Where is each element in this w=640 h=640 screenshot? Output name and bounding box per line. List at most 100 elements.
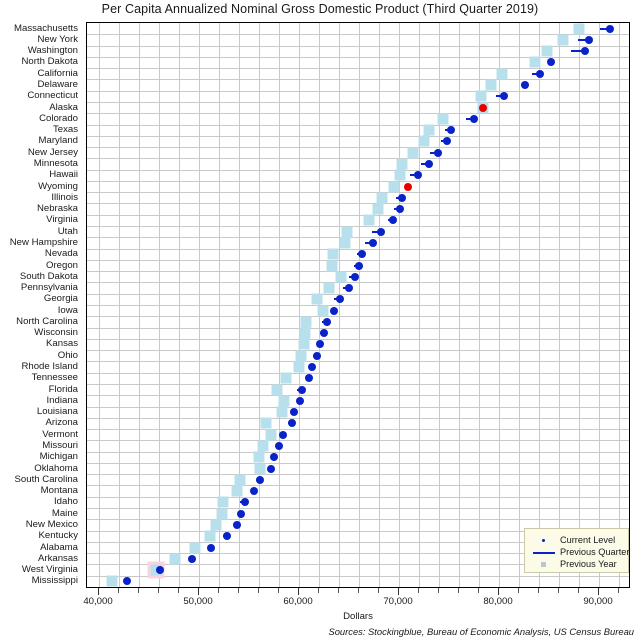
current-level-marker bbox=[256, 475, 264, 484]
horizontal-gridline bbox=[87, 440, 629, 442]
previous-year-marker bbox=[323, 282, 335, 294]
y-axis-label: South Dakota bbox=[19, 271, 78, 282]
horizontal-gridline bbox=[87, 158, 629, 160]
previous-year-marker bbox=[204, 530, 216, 542]
current-level-marker bbox=[241, 498, 249, 507]
horizontal-gridline bbox=[87, 474, 629, 476]
y-axis-label: Florida bbox=[48, 383, 78, 395]
y-axis-label: Missouri bbox=[42, 440, 78, 452]
previous-year-marker bbox=[106, 575, 118, 587]
previous-year-marker bbox=[260, 417, 272, 429]
horizontal-gridline bbox=[87, 56, 629, 58]
previous-year-marker bbox=[210, 519, 222, 531]
current-level-marker bbox=[377, 227, 385, 236]
x-axis-minor-tick bbox=[218, 588, 219, 593]
horizontal-gridline bbox=[87, 361, 629, 363]
horizontal-gridline bbox=[87, 147, 629, 149]
previous-year-marker bbox=[407, 147, 419, 159]
previous-year-marker bbox=[254, 463, 266, 475]
legend-line-icon bbox=[531, 546, 557, 558]
horizontal-gridline bbox=[87, 101, 629, 103]
x-axis-minor-tick bbox=[578, 588, 579, 593]
previous-year-marker bbox=[363, 214, 375, 226]
x-axis-tick-label: 60,000 bbox=[283, 596, 313, 607]
x-axis-tick-label: 90,000 bbox=[583, 596, 613, 607]
previous-year-marker bbox=[276, 406, 288, 418]
current-level-marker bbox=[398, 193, 406, 202]
horizontal-gridline bbox=[87, 451, 629, 453]
y-axis-label: Minnesota bbox=[33, 158, 78, 170]
previous-year-marker bbox=[396, 158, 408, 170]
y-axis-label: North Dakota bbox=[21, 56, 78, 68]
y-axis-label: Illinois bbox=[51, 192, 78, 204]
y-axis-label: Oregon bbox=[46, 259, 78, 271]
current-level-marker bbox=[237, 509, 245, 518]
chart-legend: Current Level Previous Quarter Previous Ye… bbox=[524, 528, 629, 573]
current-level-marker bbox=[547, 58, 555, 67]
legend-label: Previous Year bbox=[560, 559, 617, 569]
previous-year-marker bbox=[265, 429, 277, 441]
horizontal-gridline bbox=[87, 338, 629, 340]
horizontal-gridline bbox=[87, 485, 629, 487]
current-level-marker bbox=[270, 453, 278, 462]
current-level-marker bbox=[606, 24, 614, 33]
y-axis-label: Nevada bbox=[44, 248, 78, 260]
y-axis-label: Kentucky bbox=[38, 530, 78, 542]
y-axis-label: New Hampshire bbox=[9, 237, 78, 249]
horizontal-gridline bbox=[87, 192, 629, 194]
horizontal-gridline bbox=[87, 271, 629, 273]
horizontal-gridline bbox=[87, 293, 629, 295]
horizontal-gridline bbox=[87, 90, 629, 92]
horizontal-gridline bbox=[87, 395, 629, 397]
current-level-marker bbox=[308, 363, 316, 372]
previous-year-marker bbox=[388, 181, 400, 193]
y-axis-label: Oklahoma bbox=[34, 462, 78, 474]
x-axis-major-tick bbox=[598, 588, 599, 595]
y-axis-label: California bbox=[37, 67, 78, 79]
current-level-marker bbox=[156, 566, 164, 575]
y-axis-label: Maine bbox=[51, 507, 78, 519]
x-axis-minor-tick bbox=[178, 588, 179, 593]
current-level-marker bbox=[443, 137, 451, 146]
current-level-marker bbox=[358, 250, 366, 259]
x-axis-tick-labels: 40,000 50,000 60,000 70,000 80,000 90,000 bbox=[83, 596, 630, 610]
x-axis-tick-label: 50,000 bbox=[183, 596, 213, 607]
previous-year-marker bbox=[217, 496, 229, 508]
horizontal-gridline bbox=[87, 226, 629, 228]
horizontal-gridline bbox=[87, 508, 629, 510]
previous-year-marker bbox=[234, 474, 246, 486]
plot-area bbox=[86, 22, 630, 588]
x-axis-major-tick bbox=[98, 588, 99, 595]
current-level-marker bbox=[404, 182, 412, 191]
current-level-marker bbox=[296, 396, 304, 405]
horizontal-gridline bbox=[87, 34, 629, 36]
horizontal-gridline bbox=[87, 575, 629, 577]
previous-year-marker bbox=[541, 45, 553, 57]
x-axis-minor-tick bbox=[338, 588, 339, 593]
current-level-marker bbox=[336, 295, 344, 304]
current-level-marker bbox=[279, 430, 287, 439]
horizontal-gridline bbox=[87, 68, 629, 70]
y-axis-label: Louisiana bbox=[36, 406, 78, 418]
current-level-marker bbox=[233, 520, 241, 529]
y-axis-label: North Carolina bbox=[16, 316, 78, 328]
current-level-marker bbox=[290, 408, 298, 417]
current-level-marker bbox=[188, 554, 196, 563]
y-axis-label: Kansas bbox=[46, 338, 78, 350]
previous-year-marker bbox=[253, 451, 265, 463]
y-axis-label: Virginia bbox=[46, 214, 78, 226]
current-level-marker bbox=[479, 103, 487, 112]
previous-year-marker bbox=[231, 485, 243, 497]
y-axis-label: New York bbox=[37, 34, 78, 46]
x-axis-minor-tick bbox=[438, 588, 439, 593]
previous-year-marker bbox=[216, 508, 228, 520]
y-axis-label: Texas bbox=[52, 124, 78, 136]
y-axis-label: Iowa bbox=[57, 304, 78, 316]
current-level-marker bbox=[389, 216, 397, 225]
current-level-marker bbox=[396, 205, 404, 214]
previous-year-marker bbox=[557, 34, 569, 46]
horizontal-gridline bbox=[87, 282, 629, 284]
horizontal-gridline bbox=[87, 372, 629, 374]
x-axis-minor-tick bbox=[618, 588, 619, 593]
y-axis-label: Mississippi bbox=[31, 575, 78, 587]
